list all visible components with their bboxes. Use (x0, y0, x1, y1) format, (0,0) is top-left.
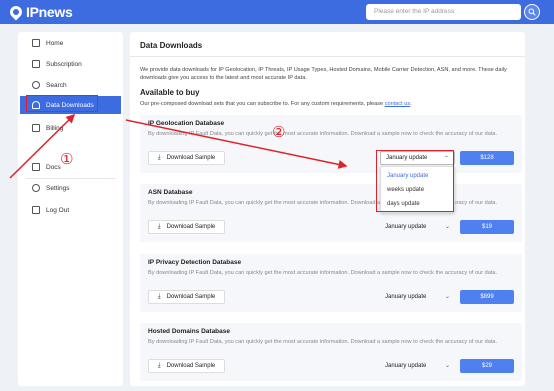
annotation-arrow-1 (9, 113, 76, 179)
annotation-arrow-2 (125, 119, 348, 169)
annotation-arrows (9, 113, 348, 179)
